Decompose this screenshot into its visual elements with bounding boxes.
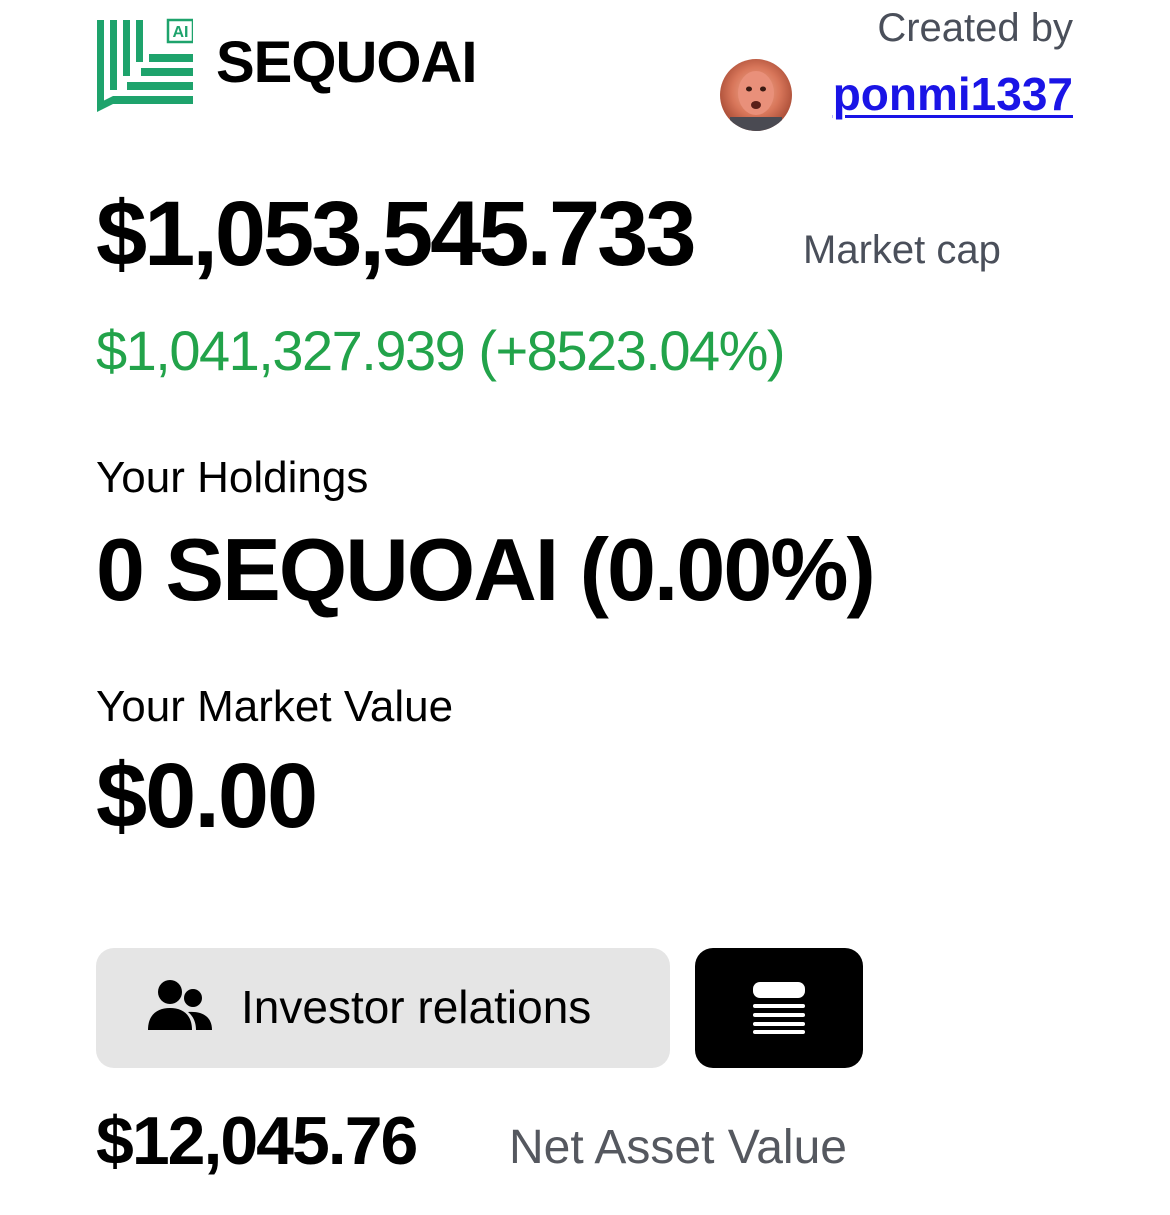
holdings-label: Your Holdings [96, 453, 369, 502]
brand-name: SEQUOAI [216, 30, 477, 95]
market-cap-value: $1,053,545.733 [96, 183, 697, 285]
menu-button[interactable] [695, 948, 863, 1068]
investor-relations-button[interactable]: Investor relations [96, 948, 670, 1068]
market-value-value: $0.00 [96, 745, 318, 847]
net-asset-value-label: Net Asset Value [509, 1121, 847, 1174]
creator-avatar[interactable] [720, 59, 792, 131]
net-asset-value: $12,045.76 [96, 1103, 418, 1179]
market-value-label: Your Market Value [96, 682, 454, 731]
stack-menu-icon [751, 982, 807, 1034]
logo-badge-text: AI [173, 24, 189, 41]
investor-relations-label: Investor relations [241, 981, 592, 1033]
holdings-value: 0 SEQUOAI (0.00%) [96, 520, 876, 619]
market-cap-label: Market cap [803, 228, 1001, 272]
market-cap-change: $1,041,327.939 (+8523.04%) [96, 319, 786, 382]
created-by-label: Created by [877, 6, 1073, 50]
sequoai-logo-icon: AI [97, 18, 195, 114]
creator-username-link[interactable]: ponmi1337 [833, 66, 1073, 122]
users-icon [146, 978, 214, 1036]
